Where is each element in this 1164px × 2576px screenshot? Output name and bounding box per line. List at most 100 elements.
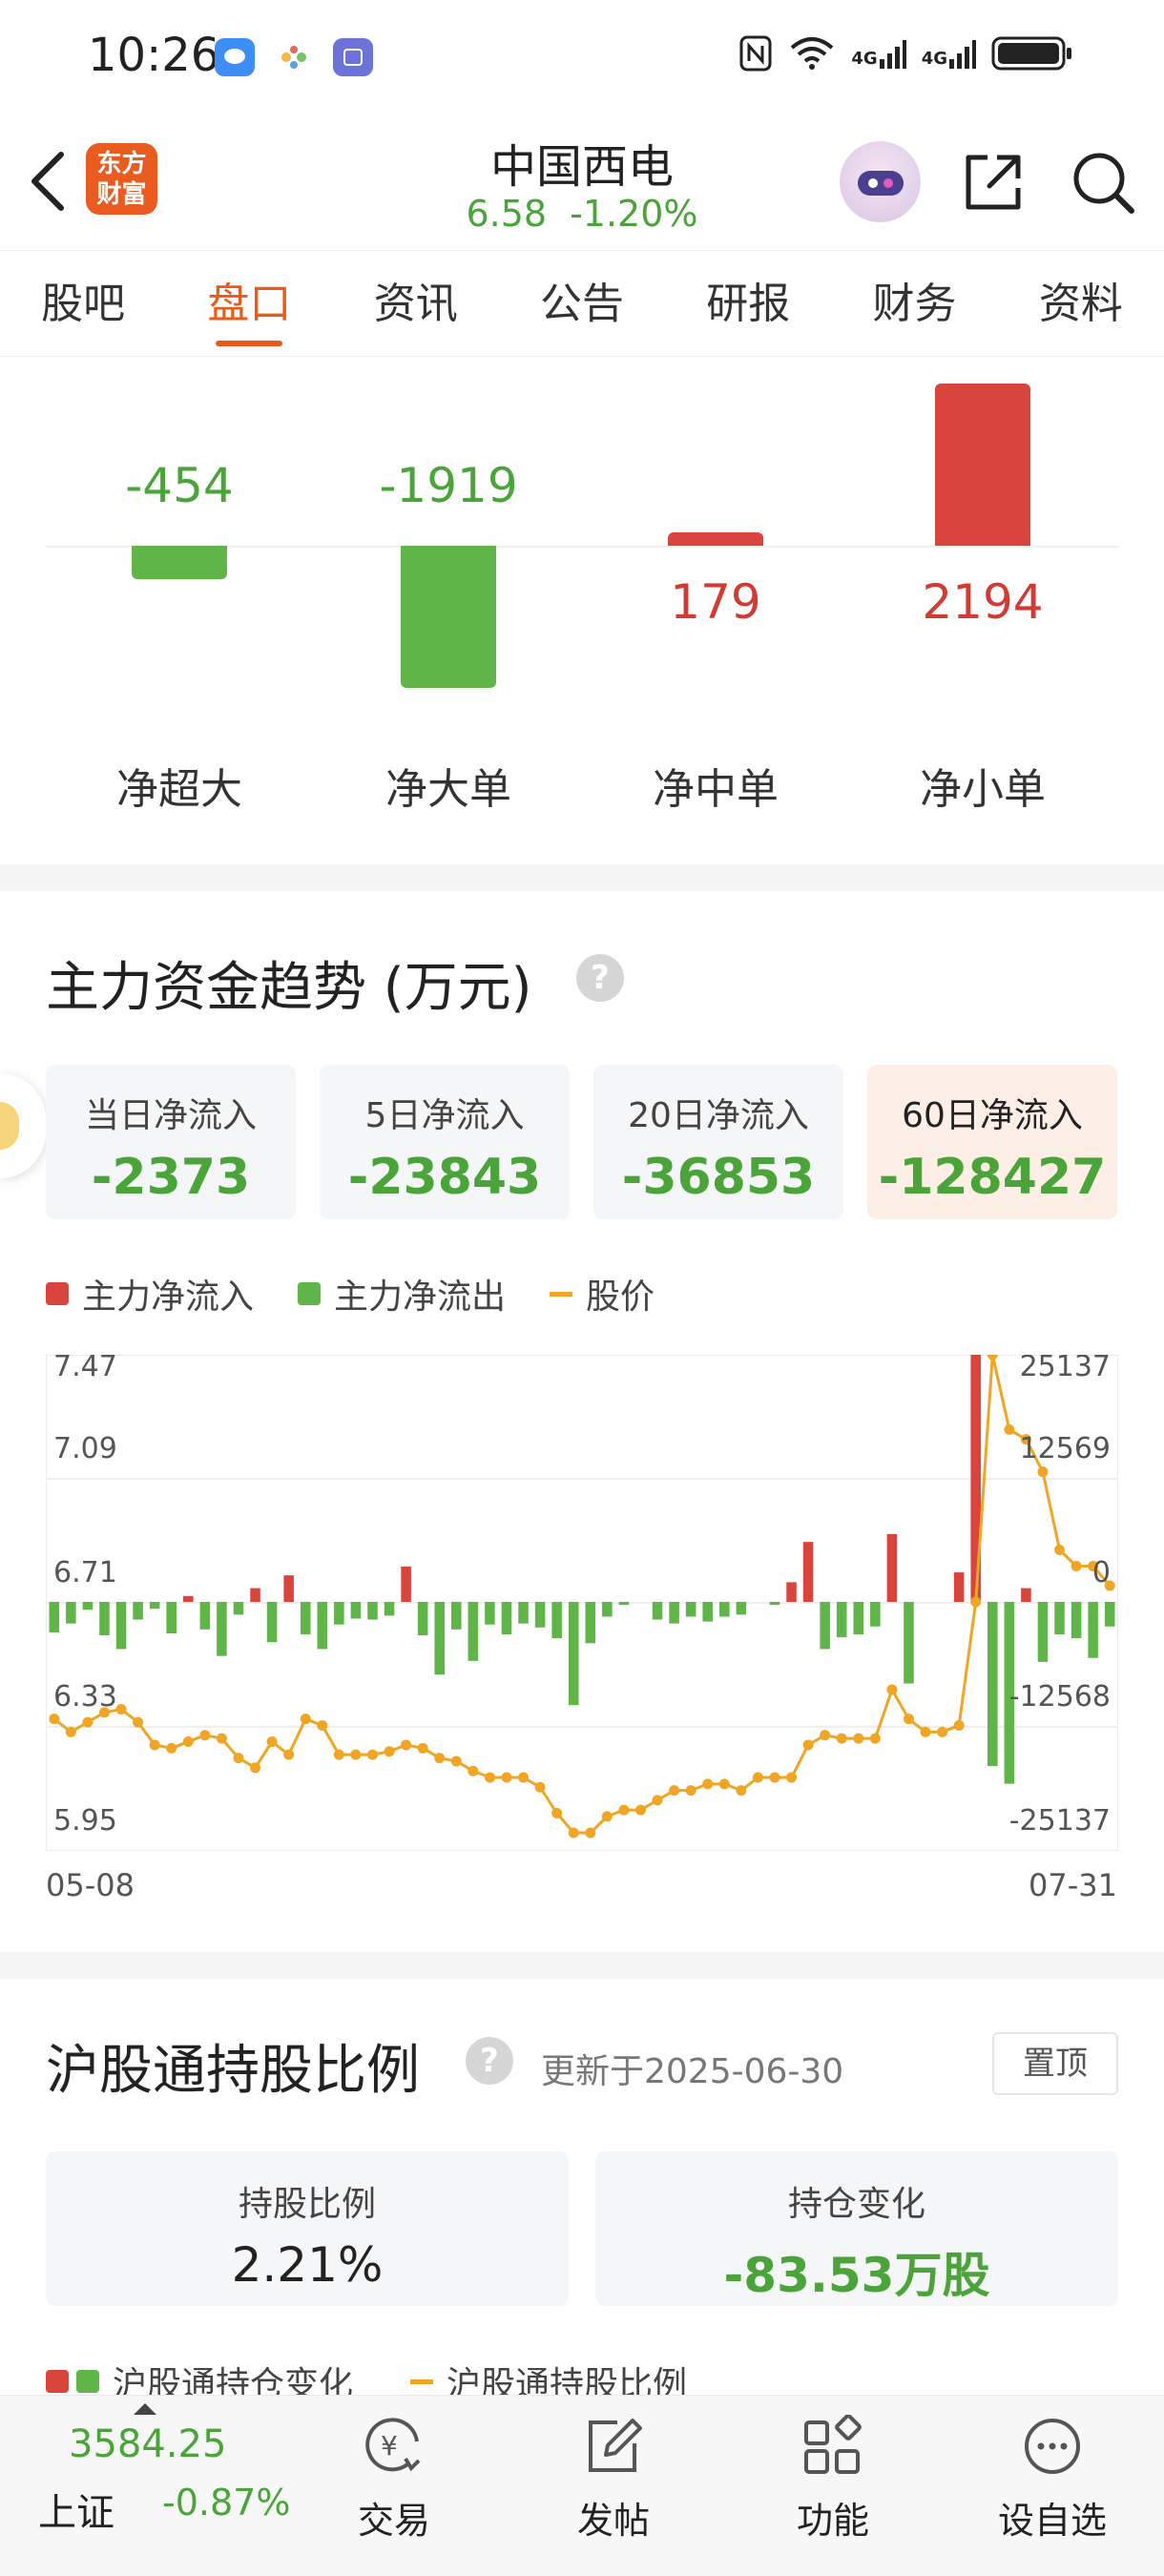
help-icon[interactable]: ? — [576, 954, 624, 1002]
price-point — [669, 1785, 680, 1797]
fund-flow-chart[interactable]: 7.47 7.09 6.71 6.33 5.95 25137 12569 0 -12568 -25… — [45, 1349, 1119, 1852]
price-point — [568, 1827, 579, 1839]
index-value[interactable]: 3584.25 — [69, 2422, 226, 2466]
legend-inflow: 主力净流入 — [46, 1269, 254, 1319]
legend-price: 股价 — [550, 1269, 655, 1319]
flow-bar — [904, 1602, 914, 1684]
nav-add-watchlist[interactable]: 设自选 — [981, 2415, 1124, 2544]
back-button[interactable] — [19, 143, 76, 219]
price-point — [401, 1739, 412, 1751]
legend-label: 股价 — [586, 1278, 655, 1317]
legend-swatch-red — [46, 2370, 69, 2393]
tab-guba[interactable]: 股吧 — [0, 251, 166, 356]
flow-bar — [384, 1602, 395, 1616]
flow-bar — [685, 1602, 696, 1617]
stat-card-5day[interactable]: 5日净流入 -23843 — [320, 1065, 570, 1219]
flow-bar — [1088, 1602, 1098, 1658]
flow-bar — [1054, 1602, 1065, 1635]
nav-functions[interactable]: 功能 — [761, 2415, 904, 2544]
flow-bar — [66, 1602, 76, 1624]
signal-icon-1: 4G — [851, 38, 906, 69]
price-point — [82, 1716, 94, 1728]
flow-bar — [1037, 1602, 1049, 1662]
flow-bar — [1070, 1602, 1082, 1639]
share-button[interactable] — [959, 148, 1028, 217]
price-point — [434, 1753, 446, 1764]
network-type-label: 4G — [921, 49, 947, 69]
stat-value: -2373 — [91, 1149, 251, 1206]
tab-research[interactable]: 研报 — [665, 251, 831, 356]
tab-profile[interactable]: 资料 — [998, 251, 1164, 356]
section-divider — [0, 1952, 1164, 1979]
flow-bar — [736, 1602, 747, 1615]
flow-bar — [283, 1575, 294, 1602]
price-point — [820, 1730, 831, 1741]
stat-card-20day[interactable]: 20日净流入 -36853 — [593, 1065, 843, 1219]
price-point — [786, 1772, 798, 1783]
message-app-icon — [215, 38, 255, 76]
flow-bar — [115, 1602, 127, 1650]
flow-bar — [401, 1566, 411, 1602]
search-button[interactable] — [1069, 148, 1137, 217]
price-point — [366, 1749, 378, 1760]
flow-bar — [99, 1602, 110, 1636]
price-point — [417, 1742, 428, 1754]
tab-finance[interactable]: 财务 — [831, 251, 997, 356]
legend-label: 主力净流出 — [334, 1278, 507, 1317]
floating-side-tab[interactable] — [0, 1073, 46, 1178]
price-point — [937, 1726, 948, 1737]
price-point — [65, 1726, 76, 1737]
flow-bar — [836, 1602, 847, 1638]
price-point — [903, 1714, 914, 1725]
legend-swatch-red — [46, 1282, 69, 1305]
flow-bar-large — [401, 546, 496, 688]
ai-assistant-avatar[interactable] — [840, 141, 921, 222]
help-icon[interactable]: ? — [466, 2037, 513, 2085]
price-point — [920, 1726, 931, 1737]
tab-news[interactable]: 资讯 — [333, 251, 499, 356]
price-point — [551, 1808, 563, 1819]
notification-icons — [215, 38, 373, 76]
nav-trade[interactable]: ¥ 交易 — [322, 2415, 466, 2544]
tab-pankou[interactable]: 盘口 — [166, 251, 332, 356]
price-point — [333, 1749, 344, 1760]
flow-bar — [367, 1602, 378, 1620]
price-point — [115, 1703, 127, 1714]
flow-bar — [602, 1602, 613, 1617]
nav-post[interactable]: 发帖 — [542, 2415, 685, 2544]
stat-label: 当日净流入 — [84, 1096, 257, 1135]
flow-bar — [551, 1602, 562, 1639]
trend-legend: 主力净流入 主力净流出 股价 — [46, 1269, 698, 1319]
flow-bar — [233, 1602, 244, 1615]
stat-label: 60日净流入 — [902, 1096, 1083, 1135]
flow-bar — [417, 1602, 428, 1636]
x-axis-end: 07-31 — [1029, 1867, 1117, 1903]
trade-icon: ¥ — [365, 2418, 421, 2472]
flow-bar — [49, 1602, 60, 1632]
eastmoney-logo[interactable]: 东方 财富 — [86, 143, 157, 215]
stat-label: 20日净流入 — [628, 1096, 809, 1135]
price-tick-label: 7.09 — [53, 1432, 117, 1465]
tab-announcements[interactable]: 公告 — [499, 251, 665, 356]
pin-to-top-button[interactable]: 置顶 — [992, 2032, 1118, 2095]
more-icon — [1025, 2419, 1080, 2474]
flow-bar — [618, 1602, 630, 1606]
flow-tick-label: -12568 — [1009, 1680, 1111, 1714]
stat-value: -36853 — [621, 1149, 816, 1206]
stat-card-60day[interactable]: 60日净流入 -128427 — [867, 1065, 1117, 1219]
price-point — [618, 1804, 630, 1816]
index-change[interactable]: -0.87% — [162, 2482, 290, 2524]
stat-card-today[interactable]: 当日净流入 -2373 — [46, 1065, 296, 1219]
index-name[interactable]: 上证 — [38, 2482, 114, 2537]
float-handle — [0, 1102, 19, 1150]
system-status-icons: 4G 4G — [738, 34, 1073, 73]
price-point — [384, 1746, 395, 1757]
stat-value: -23843 — [347, 1149, 542, 1206]
flow-bar — [334, 1602, 344, 1625]
search-icon — [1073, 153, 1134, 214]
expand-caret-icon[interactable] — [134, 2403, 156, 2415]
price-point — [317, 1720, 328, 1731]
legend-swatch-line — [410, 2379, 434, 2384]
price-point — [718, 1778, 730, 1790]
nav-label: 交易 — [357, 2500, 430, 2542]
